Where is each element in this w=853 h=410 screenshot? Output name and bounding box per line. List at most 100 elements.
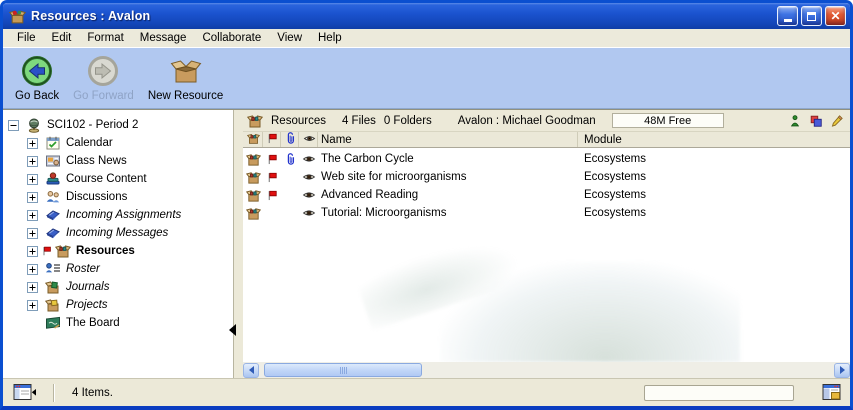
tree-item-label: Roster	[66, 263, 100, 275]
tree-item-resources[interactable]: Resources	[3, 242, 233, 260]
flag-column-icon	[266, 132, 279, 148]
expander-plus-icon[interactable]	[27, 246, 38, 257]
course-tree-panel: SCI102 - Period 2CalendarClass News Cours…	[3, 110, 233, 378]
scroll-right-icon	[840, 366, 845, 374]
menu-message[interactable]: Message	[132, 30, 195, 47]
column-header-flag[interactable]	[263, 132, 281, 147]
list-row-web-site-for-microorganisms[interactable]: Web site for microorganismsEcosystems	[243, 168, 850, 186]
attachment-icon	[281, 153, 299, 166]
column-header-name[interactable]: Name	[318, 132, 578, 147]
tree-item-label: Journals	[66, 281, 109, 293]
expander-plus-icon[interactable]	[27, 192, 38, 203]
tree-item-label: Course Content	[66, 173, 147, 185]
expander-plus-icon[interactable]	[27, 300, 38, 311]
menu-help[interactable]: Help	[310, 30, 350, 47]
menu-format[interactable]: Format	[79, 30, 131, 47]
tree-item-course-content[interactable]: Course Content	[3, 170, 233, 188]
go-back-icon	[20, 54, 54, 88]
content-area: SCI102 - Period 2CalendarClass News Cours…	[3, 109, 850, 378]
close-button[interactable]: ✕	[825, 6, 846, 26]
tree-item-journals[interactable]: Journals	[3, 278, 233, 296]
menu-view[interactable]: View	[269, 30, 310, 47]
panel-title: Resources	[271, 115, 326, 127]
go-forward-button[interactable]: Go Forward	[69, 53, 138, 103]
collapse-panel-arrow-icon[interactable]	[229, 324, 236, 336]
resource-name[interactable]: Advanced Reading	[318, 189, 578, 201]
people-icon	[45, 189, 61, 205]
list-row-advanced-reading[interactable]: Advanced ReadingEcosystems	[243, 186, 850, 204]
visibility-eye-icon[interactable]	[299, 170, 318, 184]
tree-item-label: Discussions	[66, 191, 127, 203]
resource-name[interactable]: Web site for microorganisms	[318, 171, 578, 183]
visibility-eye-icon[interactable]	[299, 206, 318, 220]
copy-icon[interactable]	[809, 114, 823, 128]
tree-item-label: The Board	[66, 317, 120, 329]
column-header-type[interactable]	[243, 132, 263, 147]
resource-name[interactable]: Tutorial: Microorganisms	[318, 207, 578, 219]
maximize-button[interactable]	[801, 6, 822, 26]
resource-module: Ecosystems	[578, 189, 850, 201]
toggle-panel-icon[interactable]	[13, 383, 37, 402]
menu-file[interactable]: File	[9, 30, 44, 47]
tree-item-incoming-assignments[interactable]: Incoming Assignments	[3, 206, 233, 224]
expander-plus-icon[interactable]	[27, 138, 38, 149]
tree-item-roster[interactable]: Roster	[3, 260, 233, 278]
status-separator	[53, 384, 54, 402]
resource-name[interactable]: The Carbon Cycle	[318, 153, 578, 165]
expander-plus-icon[interactable]	[27, 174, 38, 185]
title-bar: Resources : Avalon ✕	[3, 3, 850, 29]
tree-item-incoming-messages[interactable]: Incoming Messages	[3, 224, 233, 242]
flag-icon	[263, 171, 281, 184]
new-resource-icon	[169, 54, 203, 88]
expander-plus-icon[interactable]	[27, 282, 38, 293]
folder-count: 0 Folders	[384, 115, 432, 127]
scroll-right-button[interactable]	[834, 363, 850, 378]
horizontal-scrollbar[interactable]	[243, 362, 850, 378]
scroll-left-button[interactable]	[243, 363, 259, 378]
board-icon	[45, 315, 61, 331]
visibility-eye-icon[interactable]	[299, 152, 318, 166]
expander-plus-icon[interactable]	[27, 228, 38, 239]
expander-minus-icon[interactable]	[8, 120, 19, 131]
panel-splitter[interactable]	[233, 110, 243, 378]
scrollbar-thumb[interactable]	[264, 363, 422, 377]
resources-list: The Carbon CycleEcosystemsWeb site for m…	[243, 148, 850, 362]
tree-item-projects[interactable]: Projects	[3, 296, 233, 314]
tree-item-calendar[interactable]: Calendar	[3, 134, 233, 152]
class-root-icon	[26, 117, 42, 133]
new-resource-button[interactable]: New Resource	[144, 53, 227, 103]
menu-collaborate[interactable]: Collaborate	[194, 30, 269, 47]
layout-toggle-icon[interactable]	[822, 383, 842, 402]
resource-module: Ecosystems	[578, 171, 850, 183]
tree-item-sci102-period-2[interactable]: SCI102 - Period 2	[3, 116, 233, 134]
attachment-column-icon	[284, 132, 297, 148]
expander-plus-icon[interactable]	[27, 210, 38, 221]
column-header-module[interactable]: Module	[578, 132, 850, 147]
project-box-icon	[45, 297, 61, 313]
type-column-icon	[247, 132, 260, 148]
menu-edit[interactable]: Edit	[44, 30, 80, 47]
expander-plus-icon[interactable]	[27, 264, 38, 275]
minimize-button[interactable]	[777, 6, 798, 26]
list-row-tutorial-microorganisms[interactable]: Tutorial: MicroorganismsEcosystems	[243, 204, 850, 222]
resource-type-icon	[243, 206, 263, 221]
column-header-attachment[interactable]	[281, 132, 299, 147]
tree-item-label: Projects	[66, 299, 108, 311]
tree-item-discussions[interactable]: Discussions	[3, 188, 233, 206]
background-watermark	[440, 262, 740, 362]
go-back-button[interactable]: Go Back	[11, 53, 63, 103]
list-row-the-carbon-cycle[interactable]: The Carbon CycleEcosystems	[243, 150, 850, 168]
calendar-icon	[45, 135, 61, 151]
menu-bar: FileEditFormatMessageCollaborateViewHelp	[3, 29, 850, 48]
app-icon	[9, 8, 26, 25]
maximize-icon	[807, 12, 816, 21]
book-blue-icon	[45, 207, 61, 223]
tree-item-the-board[interactable]: The Board	[3, 314, 233, 332]
expander-plus-icon[interactable]	[27, 156, 38, 167]
edit-pencil-icon[interactable]	[830, 114, 844, 128]
column-header-visibility[interactable]	[299, 132, 318, 147]
toolbar-button-label: Go Back	[15, 90, 59, 102]
person-icon[interactable]	[788, 114, 802, 128]
tree-item-class-news[interactable]: Class News	[3, 152, 233, 170]
visibility-eye-icon[interactable]	[299, 188, 318, 202]
